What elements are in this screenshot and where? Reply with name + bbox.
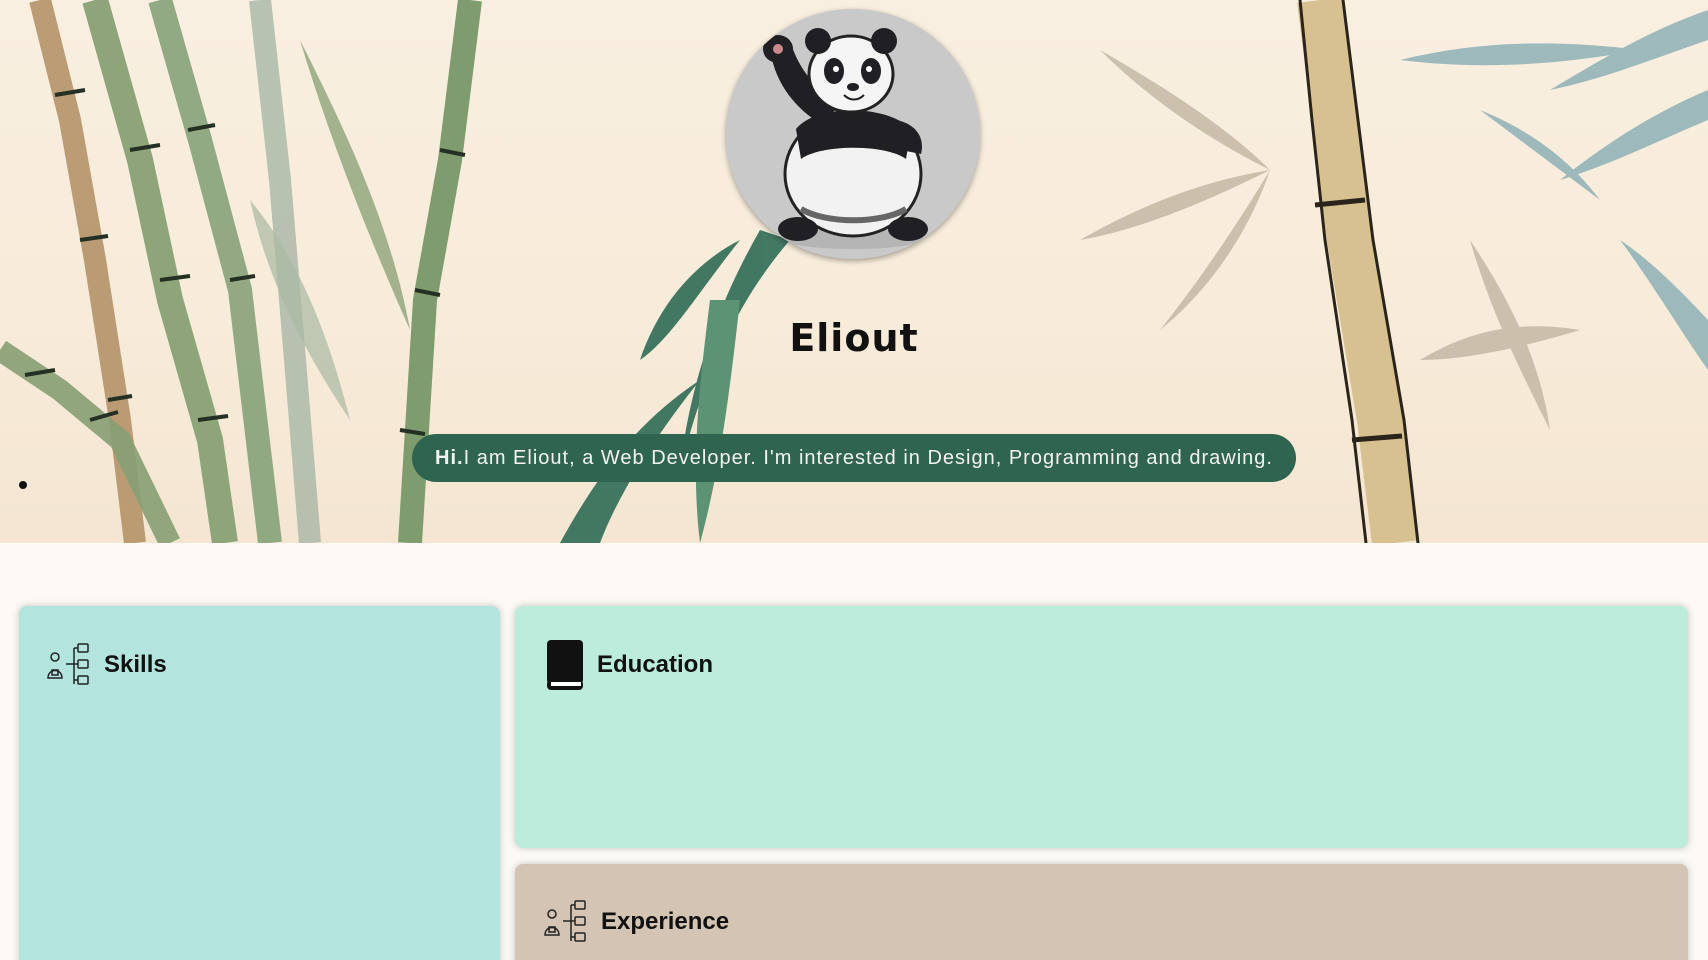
org-chart-icon — [44, 642, 92, 688]
profile-name: Eliout — [789, 316, 919, 360]
skills-header: Skills — [44, 642, 167, 688]
intro-greeting: Hi. — [435, 446, 464, 469]
org-chart-icon — [541, 899, 589, 945]
intro-text: I am Eliout, a Web Developer. I'm intere… — [463, 446, 1273, 469]
profile-avatar — [726, 9, 980, 259]
skills-title: Skills — [104, 651, 167, 678]
book-icon — [545, 640, 585, 690]
experience-card: Experience — [515, 864, 1688, 960]
education-card: Education — [515, 606, 1688, 848]
experience-header: Experience — [541, 899, 729, 945]
profile-page: Eliout Hi. I am Eliout, a Web Developer. … — [0, 0, 1708, 960]
experience-title: Experience — [601, 908, 730, 935]
panda-icon — [763, 28, 928, 249]
hero-banner: Eliout Hi. I am Eliout, a Web Developer. … — [0, 0, 1708, 543]
intro-banner: Hi. I am Eliout, a Web Developer. I'm int… — [412, 434, 1296, 482]
education-title: Education — [597, 651, 714, 678]
skills-card: Skills — [19, 606, 500, 960]
education-header: Education — [545, 640, 713, 690]
